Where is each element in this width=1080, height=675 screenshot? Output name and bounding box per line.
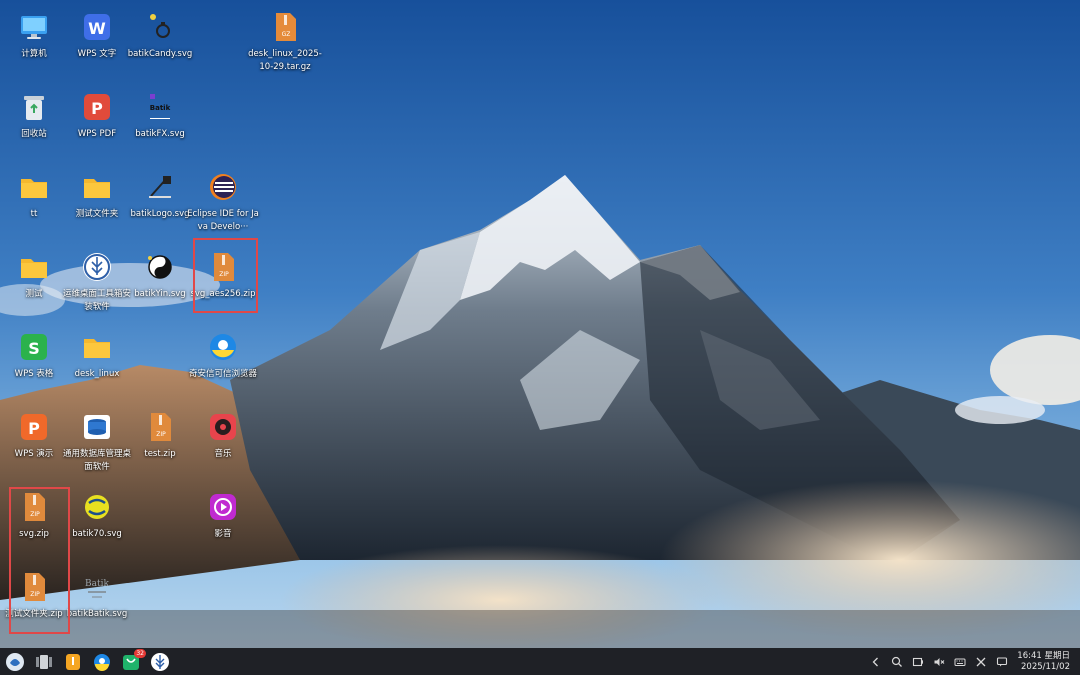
batik-logo-text: Batik <box>150 104 171 112</box>
svg-text:W: W <box>88 19 106 38</box>
taskbar-browser-button[interactable] <box>91 651 113 673</box>
svg-text:P: P <box>28 419 40 438</box>
toolbox-icon <box>151 652 169 671</box>
svg-text:P: P <box>91 99 103 118</box>
desktop-icon-video-player[interactable]: 影音 <box>185 484 261 562</box>
folder-icon <box>17 170 51 204</box>
taskbar-multitask-button[interactable] <box>33 651 55 673</box>
svg-file-icon: Batik <box>143 90 177 124</box>
x-icon[interactable] <box>975 656 987 668</box>
wps-writer-icon: W <box>80 10 114 44</box>
svg-file-icon <box>143 250 177 284</box>
screen-capture-icon[interactable] <box>912 656 924 668</box>
folder-icon <box>17 250 51 284</box>
svg-file-icon <box>143 170 177 204</box>
toolbox-icon <box>80 250 114 284</box>
desktop-icon-batikfx[interactable]: Batik batikFX.svg <box>122 84 198 162</box>
database-icon <box>80 410 114 444</box>
zip-badge: ZIP <box>156 431 166 438</box>
desktop-icon-label: desk_linux_2025-10-29.tar.gz <box>248 49 322 72</box>
desktop-icon-label: Eclipse IDE for Java Develo··· <box>187 209 259 232</box>
svg-file-icon <box>80 490 114 524</box>
search-icon[interactable] <box>891 656 903 668</box>
desktop-icon-batikbatik[interactable]: Batik batikBatik.svg <box>59 564 135 642</box>
taskbar: 32 16:41 星期日 2025/11/02 <box>0 648 1080 675</box>
batik-logo-text: Batik <box>85 579 109 589</box>
desktop-icon-label: batik70.svg <box>72 529 122 539</box>
zip-icon: ZIP <box>143 410 177 444</box>
desktop-icon-browser[interactable]: 奇安信可信浏览器 <box>185 324 261 402</box>
notification-icon[interactable] <box>996 656 1008 668</box>
desktop-icon-label: batikCandy.svg <box>127 49 193 59</box>
volume-muted-icon[interactable] <box>933 656 945 668</box>
desktop-icon-label: 奇安信可信浏览器 <box>188 369 257 379</box>
clock-time: 16:41 星期日 <box>1017 650 1070 661</box>
clock-date: 2025/11/02 <box>1021 661 1070 672</box>
folder-icon <box>80 170 114 204</box>
folder-icon <box>80 330 114 364</box>
gz-badge: GZ <box>282 31 291 38</box>
desktop-icon-label: 音乐 <box>214 449 232 459</box>
wps-sheets-icon: S <box>17 330 51 364</box>
gz-archive-icon: GZ <box>268 10 302 44</box>
svg-file-icon: Batik <box>80 570 114 604</box>
desktop-icon-label: desk_linux <box>74 369 120 379</box>
desktop-icon-desk-linux-archive[interactable]: GZ desk_linux_2025-10-29.tar.gz <box>247 4 323 82</box>
eclipse-icon <box>206 170 240 204</box>
desktop-icon-label: batikFX.svg <box>135 129 185 139</box>
desktop-icon-label: batikBatik.svg <box>66 609 128 619</box>
music-icon <box>206 410 240 444</box>
desktop-icon-batikcandy[interactable]: batikCandy.svg <box>122 4 198 82</box>
multitask-icon <box>36 654 52 669</box>
desktop-icon-eclipse[interactable]: Eclipse IDE for Java Develo··· <box>185 164 261 242</box>
taskbar-launcher-button[interactable] <box>4 651 26 673</box>
highlight-box-zip-column <box>9 487 70 634</box>
svg-text:S: S <box>28 339 40 358</box>
notification-badge: 32 <box>134 648 146 658</box>
computer-icon <box>17 10 51 44</box>
taskbar-toolbox-button[interactable] <box>149 651 171 673</box>
taskbar-app-store-button[interactable]: 32 <box>120 648 146 673</box>
launcher-icon <box>6 652 24 671</box>
desktop-icon-music[interactable]: 音乐 <box>185 404 261 482</box>
wps-presentation-icon: P <box>17 410 51 444</box>
highlight-box-svg-aes256 <box>193 238 258 313</box>
browser-icon <box>206 330 240 364</box>
svg-file-icon <box>143 10 177 44</box>
desktop-icon-batik70[interactable]: batik70.svg <box>59 484 135 562</box>
chevron-left-icon[interactable] <box>870 656 882 668</box>
keyboard-icon[interactable] <box>954 656 966 668</box>
desktop-icon-folder-desk-linux[interactable]: desk_linux <box>59 324 135 402</box>
browser-icon <box>94 653 110 671</box>
taskbar-file-manager-button[interactable] <box>62 651 84 673</box>
trash-icon <box>17 90 51 124</box>
desktop-icon-label: 影音 <box>214 529 232 539</box>
video-player-icon <box>206 490 240 524</box>
clock[interactable]: 16:41 星期日 2025/11/02 <box>1017 651 1070 673</box>
file-manager-icon <box>66 653 80 670</box>
wps-pdf-icon: P <box>80 90 114 124</box>
